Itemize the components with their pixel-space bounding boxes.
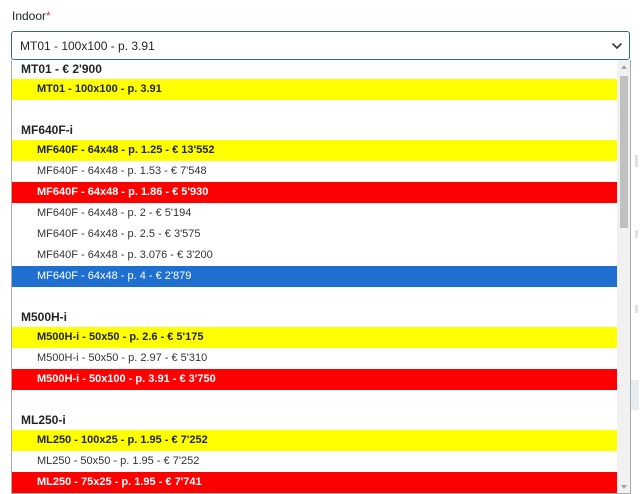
field-label: Indoor* <box>12 9 51 23</box>
required-marker: * <box>46 9 51 23</box>
option-item[interactable]: ML250 - 100x25 - p. 1.95 - € 7'252 <box>12 430 617 451</box>
option-item[interactable]: MF640F - 64x48 - p. 1.53 - € 7'548 <box>12 161 617 182</box>
chevron-down-icon <box>612 43 622 49</box>
option-group-ml250: ML250-i ML250 - 100x25 - p. 1.95 - € 7'2… <box>12 411 617 493</box>
option-group-mf640f: MF640F-i MF640F - 64x48 - p. 1.25 - € 13… <box>12 121 617 287</box>
option-item[interactable]: M500H-i - 50x50 - p. 2.97 - € 5'310 <box>12 348 617 369</box>
scrollbar-thumb[interactable] <box>620 76 628 228</box>
option-item[interactable]: ML250 - 50x50 - p. 1.95 - € 7'252 <box>12 451 617 472</box>
option-group-m500h: M500H-i M500H-i - 50x50 - p. 2.6 - € 5'1… <box>12 308 617 390</box>
option-item[interactable]: MF640F - 64x48 - p. 3.076 - € 3'200 <box>12 245 617 266</box>
options-list: MT01 - € 2'900 MT01 - 100x100 - p. 3.91 … <box>12 60 617 493</box>
options-dropdown[interactable]: MT01 - € 2'900 MT01 - 100x100 - p. 3.91 … <box>11 60 631 494</box>
background-page-edge <box>631 60 640 494</box>
scroll-down-arrow-icon[interactable] <box>617 480 631 494</box>
dropdown-scrollbar[interactable] <box>617 60 631 494</box>
option-item[interactable]: MF640F - 64x48 - p. 1.86 - € 5'930 <box>12 182 617 203</box>
indoor-select[interactable]: MT01 - 100x100 - p. 3.91 <box>11 31 630 60</box>
option-item[interactable]: MF640F - 64x48 - p. 2.5 - € 3'575 <box>12 224 617 245</box>
option-item[interactable]: MF640F - 64x48 - p. 2 - € 5'194 <box>12 203 617 224</box>
field-label-text: Indoor <box>12 9 47 23</box>
option-group-mt01: MT01 - € 2'900 MT01 - 100x100 - p. 3.91 <box>12 60 617 100</box>
selected-value: MT01 - 100x100 - p. 3.91 <box>20 39 155 53</box>
scroll-up-arrow-icon[interactable] <box>617 60 631 74</box>
option-item[interactable]: M500H-i - 50x50 - p. 2.6 - € 5'175 <box>12 327 617 348</box>
group-label: MF640F-i <box>21 123 74 137</box>
option-item[interactable]: MF640F - 64x48 - p. 1.25 - € 13'552 <box>12 140 617 161</box>
option-item[interactable]: ML250 - 75x25 - p. 1.95 - € 7'741 <box>12 472 617 493</box>
option-item[interactable]: M500H-i - 50x100 - p. 3.91 - € 3'750 <box>12 369 617 390</box>
group-label: M500H-i <box>21 310 68 324</box>
option-item[interactable]: MT01 - 100x100 - p. 3.91 <box>12 79 617 100</box>
option-item-highlighted[interactable]: MF640F - 64x48 - p. 4 - € 2'879 <box>12 266 617 287</box>
group-label: MT01 - € 2'900 <box>21 62 102 76</box>
group-label: ML250-i <box>21 413 66 427</box>
